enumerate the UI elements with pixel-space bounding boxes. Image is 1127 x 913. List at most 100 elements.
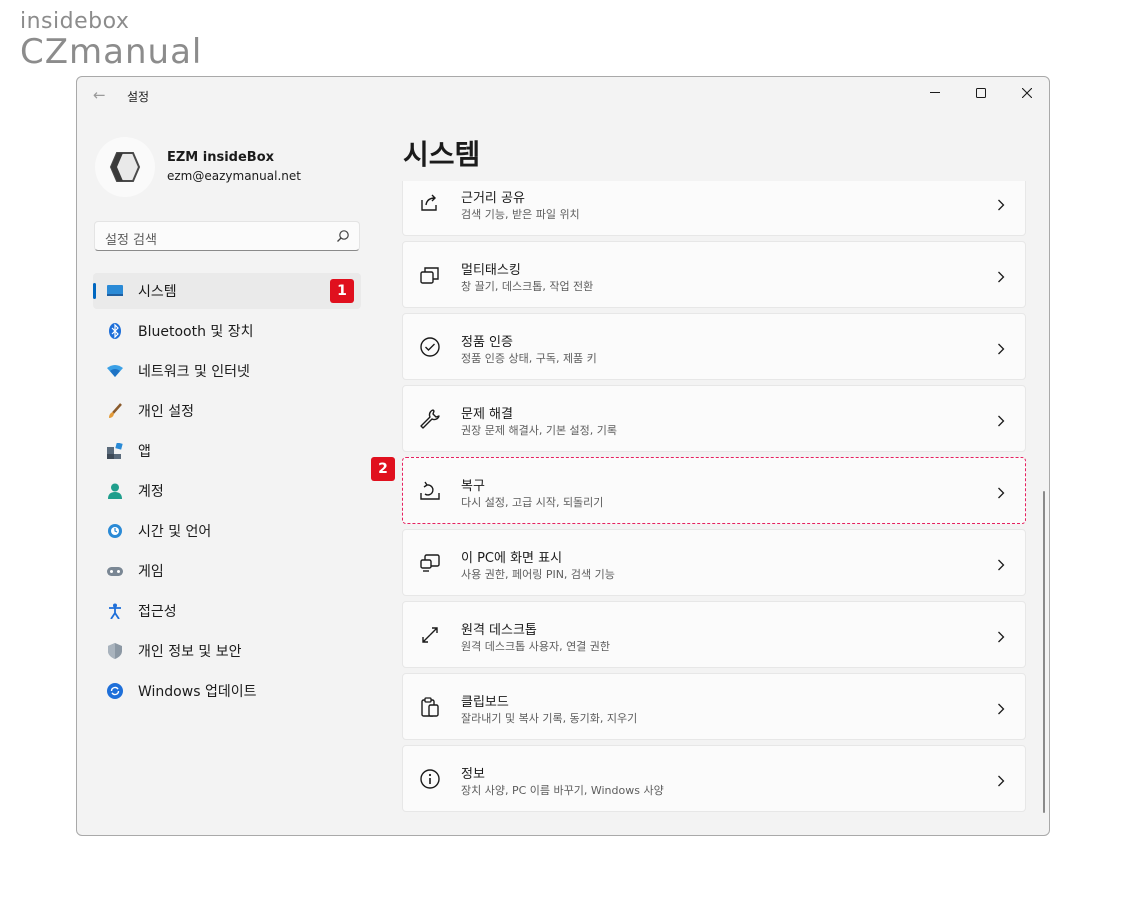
card-recovery[interactable]: 복구 다시 설정, 고급 시작, 되돌리기: [402, 457, 1026, 524]
wrench-icon: [419, 408, 441, 430]
sidebar-item-label: Bluetooth 및 장치: [138, 324, 254, 340]
chevron-right-icon: [997, 196, 1005, 215]
card-multitasking[interactable]: 멀티태스킹 창 끌기, 데스크톱, 작업 전환: [402, 241, 1026, 308]
sidebar-item-time-language[interactable]: 시간 및 언어: [93, 513, 361, 549]
sidebar-item-privacy-security[interactable]: 개인 정보 및 보안: [93, 633, 361, 669]
gamepad-icon: [107, 563, 123, 579]
check-circle-icon: [419, 336, 441, 358]
sidebar-item-windows-update[interactable]: Windows 업데이트: [93, 673, 361, 709]
window-title: 설정: [127, 90, 150, 104]
card-title: 클립보드: [461, 695, 509, 710]
chevron-right-icon: [997, 340, 1005, 359]
update-icon: [107, 683, 123, 699]
sidebar-nav: 시스템 Bluetooth 및 장치 네트워크 및 인터넷 개인 설정 앱 계정…: [93, 273, 361, 713]
chevron-right-icon: [997, 700, 1005, 719]
scrollbar-thumb[interactable]: [1043, 491, 1045, 813]
account-icon: [107, 483, 123, 499]
sidebar-item-apps[interactable]: 앱: [93, 433, 361, 469]
search-icon[interactable]: [336, 228, 350, 247]
search-box[interactable]: 설정 검색: [94, 221, 360, 251]
chevron-right-icon: [997, 412, 1005, 431]
step-badge-2: 2: [371, 457, 395, 481]
apps-icon: [107, 443, 123, 459]
chevron-right-icon: [997, 556, 1005, 575]
multitasking-icon: [419, 264, 441, 286]
settings-window: ← 설정 EZM insideBox ezm@eazymanual.net 설정…: [76, 76, 1050, 836]
card-subtitle: 원격 데스크톱 사용자, 연결 권한: [461, 640, 611, 653]
sidebar-item-label: 앱: [138, 444, 151, 460]
chevron-right-icon: [997, 772, 1005, 791]
sidebar-item-label: 개인 정보 및 보안: [138, 644, 242, 660]
sidebar-item-personalization[interactable]: 개인 설정: [93, 393, 361, 429]
project-icon: [419, 552, 441, 574]
bluetooth-icon: [107, 323, 123, 339]
sidebar-item-network[interactable]: 네트워크 및 인터넷: [93, 353, 361, 389]
watermark-top-text: insidebox: [20, 9, 130, 34]
card-title: 근거리 공유: [461, 191, 525, 206]
wifi-icon: [107, 363, 123, 379]
settings-list: 근거리 공유 검색 기능, 받은 파일 위치 멀티태스킹 창 끌기, 데스크톱,…: [402, 181, 1026, 835]
sidebar-item-label: 시스템: [138, 284, 177, 300]
share-icon: [419, 192, 441, 214]
system-icon: [107, 283, 123, 299]
accessibility-icon: [107, 603, 123, 619]
card-title: 정품 인증: [461, 335, 513, 350]
maximize-icon: [976, 88, 986, 98]
avatar: [95, 137, 155, 197]
time-language-icon: [107, 523, 123, 539]
sidebar-item-label: 시간 및 언어: [138, 524, 212, 540]
sidebar-item-system[interactable]: 시스템: [93, 273, 361, 309]
card-subtitle: 장치 사양, PC 이름 바꾸기, Windows 사양: [461, 784, 664, 797]
step-badge-1: 1: [330, 279, 354, 303]
card-clipboard[interactable]: 클립보드 잘라내기 및 복사 기록, 동기화, 지우기: [402, 673, 1026, 740]
card-nearby-sharing[interactable]: 근거리 공유 검색 기능, 받은 파일 위치: [402, 181, 1026, 236]
recovery-icon: [419, 480, 441, 502]
card-subtitle: 창 끌기, 데스크톱, 작업 전환: [461, 280, 594, 293]
title-bar: ← 설정: [77, 77, 1049, 111]
profile-email: ezm@eazymanual.net: [167, 169, 301, 183]
sidebar-item-label: 개인 설정: [138, 404, 194, 420]
page-title: 시스템: [403, 138, 481, 171]
card-remote-desktop[interactable]: 원격 데스크톱 원격 데스크톱 사용자, 연결 권한: [402, 601, 1026, 668]
sidebar-item-label: 접근성: [138, 604, 177, 620]
card-subtitle: 사용 권한, 페어링 PIN, 검색 기능: [461, 568, 615, 581]
search-input[interactable]: 설정 검색: [105, 229, 157, 248]
remote-desktop-icon: [419, 624, 441, 646]
sidebar-item-accessibility[interactable]: 접근성: [93, 593, 361, 629]
sidebar-item-bluetooth[interactable]: Bluetooth 및 장치: [93, 313, 361, 349]
card-title: 멀티태스킹: [461, 263, 521, 278]
selection-indicator: [93, 283, 96, 299]
minimize-button[interactable]: [912, 77, 958, 109]
sidebar-item-label: 계정: [138, 484, 164, 500]
card-activation[interactable]: 정품 인증 정품 인증 상태, 구독, 제품 키: [402, 313, 1026, 380]
maximize-button[interactable]: [958, 77, 1004, 109]
card-title: 이 PC에 화면 표시: [461, 551, 563, 566]
shield-icon: [107, 643, 123, 659]
card-about[interactable]: 정보 장치 사양, PC 이름 바꾸기, Windows 사양: [402, 745, 1026, 812]
card-project-to-pc[interactable]: 이 PC에 화면 표시 사용 권한, 페어링 PIN, 검색 기능: [402, 529, 1026, 596]
card-subtitle: 잘라내기 및 복사 기록, 동기화, 지우기: [461, 712, 638, 725]
minimize-icon: [930, 92, 940, 93]
sidebar-item-label: 네트워크 및 인터넷: [138, 364, 250, 380]
watermark-bottom-text: CZmanual: [20, 32, 203, 72]
info-icon: [419, 768, 441, 790]
profile-name: EZM insideBox: [167, 150, 275, 165]
sidebar-item-label: Windows 업데이트: [138, 684, 257, 700]
chevron-right-icon: [997, 268, 1005, 287]
user-avatar-icon: [109, 152, 141, 182]
chevron-right-icon: [997, 628, 1005, 647]
sidebar-item-label: 게임: [138, 564, 164, 580]
brush-icon: [107, 403, 123, 419]
card-subtitle: 정품 인증 상태, 구독, 제품 키: [461, 352, 597, 365]
card-title: 정보: [461, 767, 485, 782]
sidebar-item-accounts[interactable]: 계정: [93, 473, 361, 509]
card-subtitle: 검색 기능, 받은 파일 위치: [461, 208, 580, 221]
back-arrow-icon[interactable]: ←: [93, 86, 106, 104]
watermark-logo: insidebox CZmanual: [20, 9, 203, 72]
card-troubleshoot[interactable]: 문제 해결 권장 문제 해결사, 기본 설정, 기록: [402, 385, 1026, 452]
clipboard-icon: [419, 696, 441, 718]
close-button[interactable]: [1004, 77, 1049, 109]
chevron-right-icon: [997, 484, 1005, 503]
sidebar-item-gaming[interactable]: 게임: [93, 553, 361, 589]
card-subtitle: 다시 설정, 고급 시작, 되돌리기: [461, 496, 604, 509]
